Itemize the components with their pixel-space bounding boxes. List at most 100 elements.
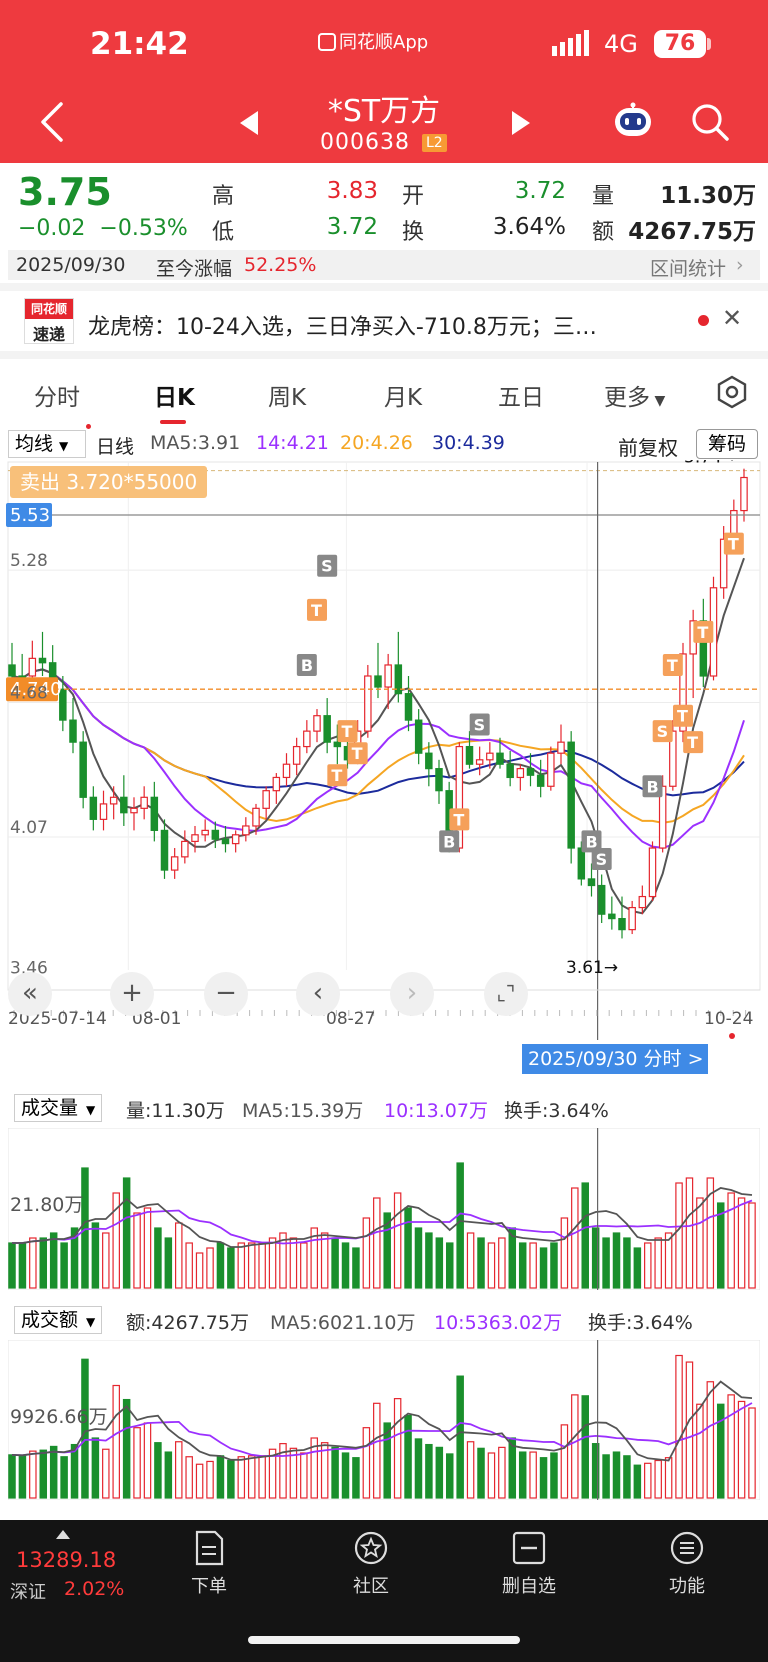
candle-down [404, 693, 413, 721]
index-value[interactable]: 13289.18 [16, 1548, 116, 1572]
tab-indicator [160, 420, 186, 424]
amount-bar [185, 1456, 193, 1499]
amount-bar [227, 1459, 235, 1499]
volume-bar [404, 1207, 412, 1289]
volume-bar [445, 1242, 454, 1289]
tab-weekly-k[interactable]: 周K [268, 378, 306, 412]
scroll-start-button[interactable]: « [8, 972, 52, 1016]
volume-bar [195, 1252, 204, 1289]
volume-bar [550, 1242, 558, 1289]
news-banner[interactable]: 同花顺 速递 龙虎榜：10-24入选，三日净买入-710.8万元；三… [0, 291, 768, 351]
candle-up [28, 657, 37, 677]
volume-now: 量:11.30万 [126, 1100, 225, 1122]
amount-indicator-select[interactable]: 成交额 ▼ [14, 1306, 103, 1334]
search-icon[interactable] [690, 102, 730, 142]
candle-down [150, 796, 159, 831]
zoom-out-button[interactable]: − [204, 972, 248, 1016]
candle-up [140, 796, 148, 809]
volume-bar [498, 1237, 506, 1289]
news-text[interactable]: 龙虎榜：10-24入选，三日净买入-710.8万元；三… [88, 309, 678, 341]
volume-indicator-select[interactable]: 成交量 ▼ [14, 1094, 103, 1122]
price-change: −0.02 −0.53% [18, 216, 188, 241]
sell-marker-tag: 卖出 3.720*55000 [10, 466, 208, 498]
candle-down [597, 884, 606, 915]
chart-overlay: 5.534.7405.284.684.073.465.74→3.61→2025-… [6, 460, 760, 1040]
amount-bar [164, 1451, 173, 1499]
amount-chart[interactable] [8, 1340, 760, 1500]
amount-bar [675, 1354, 683, 1499]
price-cursor-tag: 5.53 [6, 503, 52, 527]
amount-bar [175, 1441, 183, 1499]
high-mark: 5.74→ [684, 460, 736, 468]
tab-more[interactable]: 更多 ▼ [604, 378, 665, 412]
nav-community[interactable]: 社区 [326, 1530, 416, 1598]
index-name: 深证 [10, 1582, 46, 1603]
volume-bar [175, 1222, 183, 1289]
chart-frame [7, 461, 761, 991]
adjust-mode[interactable]: 前复权 [618, 432, 678, 461]
indicator-select[interactable]: 均线 ▼ [8, 430, 86, 458]
amount-ma5: MA5:6021.10万 [270, 1312, 416, 1334]
volume-bar [300, 1242, 308, 1289]
close-icon[interactable]: ✕ [722, 304, 742, 332]
candle-down [414, 719, 423, 754]
candlestick-chart[interactable]: 5.534.7405.284.684.073.465.74→3.61→2025-… [0, 460, 768, 1040]
volume-bar [102, 1232, 110, 1289]
volume-bar [320, 1232, 329, 1289]
trade-marker-B: B [443, 832, 455, 851]
period-tabs: 分时 日K 周K 月K 五日 更多 ▼ [0, 368, 768, 424]
volume-bar [685, 1177, 694, 1289]
chips-button[interactable]: 筹码 [696, 429, 758, 459]
volume-bar [456, 1162, 464, 1289]
amount-bar [414, 1438, 423, 1499]
expand-up-icon[interactable] [56, 1530, 70, 1539]
range-stats-link[interactable]: 区间统计 [650, 254, 726, 281]
volume-bar [216, 1242, 225, 1289]
volume-bar [18, 1242, 27, 1289]
dropdown-icon: ▼ [650, 393, 666, 409]
dropdown-icon: ▼ [59, 439, 69, 453]
next-stock-icon[interactable] [512, 111, 530, 135]
volume-chart[interactable] [8, 1128, 760, 1290]
nav-functions[interactable]: 功能 [642, 1530, 732, 1598]
tab-daily-k[interactable]: 日K [154, 378, 195, 412]
nav-order[interactable]: 下单 [164, 1530, 254, 1598]
turnover-label: 换 [402, 220, 425, 245]
tab-monthly-k[interactable]: 月K [384, 378, 422, 412]
chart-settings-icon[interactable] [714, 374, 750, 410]
tab-five-day[interactable]: 五日 [498, 378, 544, 412]
volume-bar [154, 1227, 162, 1289]
trade-marker-T: T [352, 744, 363, 763]
amount-bar [341, 1452, 350, 1499]
volume-ma10: 10:13.07万 [384, 1100, 488, 1122]
volume-bar [39, 1237, 48, 1289]
amount-bar [112, 1384, 120, 1499]
dropdown-icon: ▼ [86, 1103, 96, 1117]
community-star-icon [354, 1531, 388, 1565]
amount-label: 额 [592, 220, 615, 245]
candle-up [99, 803, 108, 820]
scroll-right-button[interactable]: › [390, 972, 434, 1016]
amount-bar [352, 1457, 360, 1499]
fullscreen-button[interactable]: ⌞⌝ [484, 972, 528, 1016]
amount-bar [60, 1456, 68, 1499]
cursor-date-button[interactable]: 2025/09/30 分时 > [522, 1044, 708, 1074]
candle-down [69, 719, 77, 743]
candle-down [374, 675, 382, 688]
nav-remove-watchlist[interactable]: 删自选 [484, 1530, 574, 1598]
scroll-left-button[interactable]: ‹ [296, 972, 340, 1016]
volume-bar [133, 1212, 141, 1289]
assistant-robot-icon[interactable] [612, 102, 654, 138]
high-value: 3.83 [326, 178, 378, 204]
volume-bar [414, 1227, 423, 1289]
range-bar[interactable]: 2025/09/30 至今涨幅 52.25% 区间统计 › [8, 250, 760, 280]
tab-intraday[interactable]: 分时 [34, 378, 80, 412]
candle-down [506, 763, 514, 779]
volume-bar [487, 1242, 496, 1289]
app-indicator: 同花顺App [318, 28, 428, 54]
amount-bar [633, 1464, 642, 1499]
candle-down [567, 741, 575, 849]
candles [8, 468, 748, 939]
zoom-in-button[interactable]: + [110, 972, 154, 1016]
candle-down [333, 741, 342, 748]
